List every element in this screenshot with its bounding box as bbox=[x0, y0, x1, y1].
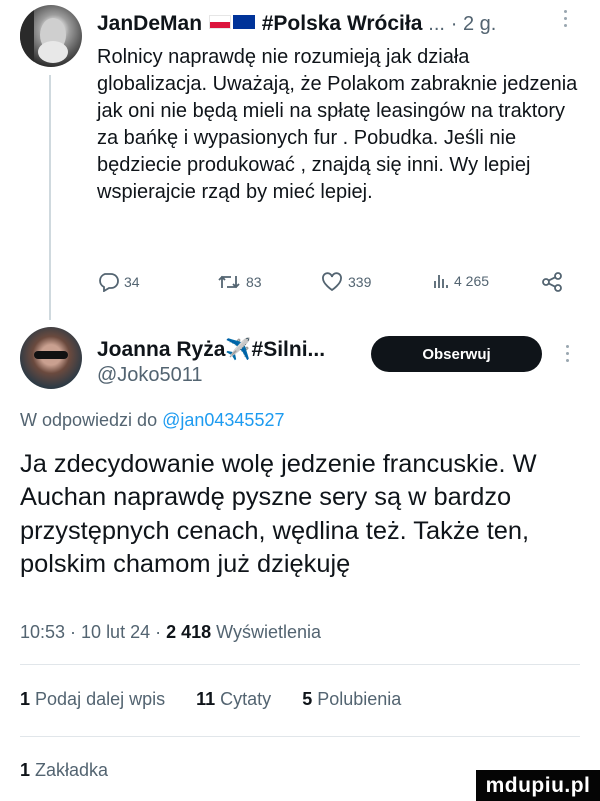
avatar-photo bbox=[34, 351, 68, 359]
watermark-logo: mdupiu.pl bbox=[476, 770, 600, 801]
reply-button[interactable]: 34 bbox=[97, 272, 140, 292]
tweet-timestamp[interactable]: 10:53 · 10 lut 24 · bbox=[20, 622, 161, 642]
engagement-stats: 1 Podaj dalej wpis 11 Cytaty 5 Polubieni… bbox=[20, 689, 401, 710]
thread-line bbox=[49, 75, 51, 320]
tweet-meta: 10:53 · 10 lut 24 · 2 418 Wyświetlenia bbox=[20, 622, 321, 643]
views-count: 4 265 bbox=[454, 273, 490, 289]
reply-prefix: W odpowiedzi do bbox=[20, 410, 158, 430]
parent-tweet-text: Rolnicy naprawdę nie rozumieją jak dział… bbox=[97, 46, 578, 204]
views-icon bbox=[434, 275, 448, 288]
author-name[interactable]: JanDeMan bbox=[97, 12, 202, 35]
avatar[interactable] bbox=[20, 327, 82, 389]
author-name[interactable]: Joanna Ryża✈️#Silni... bbox=[97, 338, 325, 362]
author-ellipsis: ... bbox=[428, 13, 445, 35]
poland-flag-icon bbox=[208, 15, 231, 30]
share-icon bbox=[542, 272, 562, 292]
divider bbox=[20, 664, 580, 665]
likes-stat[interactable]: 5 Polubienia bbox=[302, 689, 401, 709]
views-button[interactable]: 4 265 bbox=[433, 272, 489, 290]
avatar-photo bbox=[20, 5, 68, 67]
tweet-time[interactable]: · 2 g. bbox=[451, 13, 497, 35]
bookmarks-count: 1 bbox=[20, 760, 31, 780]
author-handle[interactable]: @Joko5011 bbox=[97, 364, 203, 387]
views-count: 2 418 bbox=[166, 622, 212, 642]
eu-flag-icon bbox=[232, 15, 255, 30]
reposts-count: 1 bbox=[20, 689, 31, 709]
retweet-icon bbox=[218, 275, 240, 289]
heart-icon bbox=[322, 272, 342, 292]
views-label: Wyświetlenia bbox=[216, 622, 322, 642]
parent-tweet-header: JanDeMan #Polska Wróciła ... · 2 g. bbox=[97, 12, 496, 36]
reply-icon bbox=[99, 273, 119, 292]
main-tweet-text: Ja zdecydowanie wolę jedzenie francuskie… bbox=[20, 450, 537, 578]
reply-context: W odpowiedzi do @jan04345527 bbox=[20, 410, 284, 431]
share-button[interactable] bbox=[541, 272, 563, 292]
reply-to-mention[interactable]: @jan04345527 bbox=[162, 410, 284, 430]
quotes-label: Cytaty bbox=[220, 689, 272, 709]
follow-button[interactable]: Obserwuj bbox=[371, 336, 542, 372]
reposts-label: Podaj dalej wpis bbox=[35, 689, 166, 709]
reposts-stat[interactable]: 1 Podaj dalej wpis bbox=[20, 689, 165, 709]
bookmarks-stat[interactable]: 1 Zakładka bbox=[20, 760, 108, 781]
author-name-suffix[interactable]: #Polska Wróciła bbox=[262, 12, 423, 35]
quotes-stat[interactable]: 11 Cytaty bbox=[196, 689, 271, 709]
retweet-button[interactable]: 83 bbox=[217, 272, 262, 292]
reply-count: 34 bbox=[124, 274, 140, 290]
avatar[interactable] bbox=[20, 5, 82, 67]
more-options-icon[interactable] bbox=[564, 345, 570, 362]
likes-label: Polubienia bbox=[317, 689, 402, 709]
tweet-actions: 34 83 339 4 265 bbox=[97, 272, 577, 300]
quotes-count: 11 bbox=[196, 689, 216, 709]
retweet-count: 83 bbox=[246, 274, 262, 290]
likes-count: 5 bbox=[302, 689, 313, 709]
like-button[interactable]: 339 bbox=[321, 272, 371, 292]
divider bbox=[20, 736, 580, 737]
bookmarks-label: Zakładka bbox=[35, 760, 109, 780]
more-options-icon[interactable] bbox=[562, 10, 568, 27]
like-count: 339 bbox=[348, 274, 372, 290]
